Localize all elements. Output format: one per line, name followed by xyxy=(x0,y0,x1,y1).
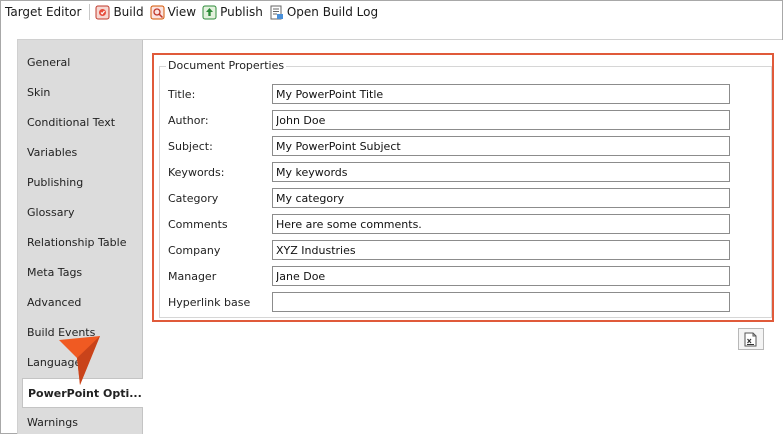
tab-content: Document Properties Title: Author: Subje… xyxy=(143,40,783,434)
manager-row: Manager xyxy=(168,265,730,287)
keywords-field[interactable] xyxy=(272,162,730,182)
build-button[interactable]: Build xyxy=(92,5,146,20)
manager-label: Manager xyxy=(168,269,217,283)
view-button[interactable]: View xyxy=(147,5,199,20)
company-label: Company xyxy=(168,243,221,257)
publish-icon xyxy=(202,5,217,19)
publish-button[interactable]: Publish xyxy=(199,5,266,20)
toolbar: Target Editor Build View Publish Open Bu… xyxy=(1,1,782,23)
title-label: Title: xyxy=(168,87,196,101)
hyperlink-base-label: Hyperlink base xyxy=(168,295,251,309)
keywords-row: Keywords: xyxy=(168,161,730,183)
tab-conditional-text[interactable]: Conditional Text xyxy=(18,108,143,138)
variable-insert-icon xyxy=(744,332,757,346)
title-row: Title: xyxy=(168,83,730,105)
company-field[interactable] xyxy=(272,240,730,260)
tab-glossary[interactable]: Glossary xyxy=(18,198,143,228)
hyperlink-base-row: Hyperlink base xyxy=(168,291,730,313)
toolbar-separator xyxy=(89,4,91,20)
subject-label: Subject: xyxy=(168,139,213,153)
toolbar-title: Target Editor xyxy=(5,5,82,19)
subject-row: Subject: xyxy=(168,135,730,157)
group-title: Document Properties xyxy=(166,59,287,72)
comments-label: Comments xyxy=(168,217,228,231)
target-editor-window: Target Editor Build View Publish Open Bu… xyxy=(0,0,783,434)
pointer-arrow-icon xyxy=(59,336,100,385)
company-row: Company xyxy=(168,239,730,261)
tab-warnings[interactable]: Warnings xyxy=(18,408,143,434)
workspace: General Skin Conditional Text Variables … xyxy=(1,25,783,434)
open-build-log-button[interactable]: Open Build Log xyxy=(266,5,381,20)
view-label: View xyxy=(167,5,197,19)
hyperlink-base-field[interactable] xyxy=(272,292,730,312)
tab-variables[interactable]: Variables xyxy=(18,138,143,168)
tab-publishing[interactable]: Publishing xyxy=(18,168,143,198)
author-row: Author: xyxy=(168,109,730,131)
subject-field[interactable] xyxy=(272,136,730,156)
category-field[interactable] xyxy=(272,188,730,208)
publish-label: Publish xyxy=(220,5,263,19)
tab-general[interactable]: General xyxy=(18,48,143,78)
category-row: Category xyxy=(168,187,730,209)
keywords-label: Keywords: xyxy=(168,165,225,179)
tab-meta-tags[interactable]: Meta Tags xyxy=(18,258,143,288)
view-icon xyxy=(150,5,165,19)
title-field[interactable] xyxy=(272,84,730,104)
document-properties-group: Document Properties Title: Author: Subje… xyxy=(159,59,772,318)
build-icon xyxy=(95,5,110,19)
hyperlink-base-browse-button[interactable] xyxy=(738,328,764,350)
editor-panel: General Skin Conditional Text Variables … xyxy=(17,39,783,434)
tab-advanced[interactable]: Advanced xyxy=(18,288,143,318)
build-log-icon xyxy=(270,5,283,19)
manager-field[interactable] xyxy=(272,266,730,286)
tab-skin[interactable]: Skin xyxy=(18,78,143,108)
author-label: Author: xyxy=(168,113,209,127)
category-label: Category xyxy=(168,191,219,205)
author-field[interactable] xyxy=(272,110,730,130)
build-label: Build xyxy=(113,5,144,19)
open-build-log-label: Open Build Log xyxy=(286,5,379,19)
tab-relationship-table[interactable]: Relationship Table xyxy=(18,228,143,258)
comments-field[interactable] xyxy=(272,214,730,234)
comments-row: Comments xyxy=(168,213,730,235)
